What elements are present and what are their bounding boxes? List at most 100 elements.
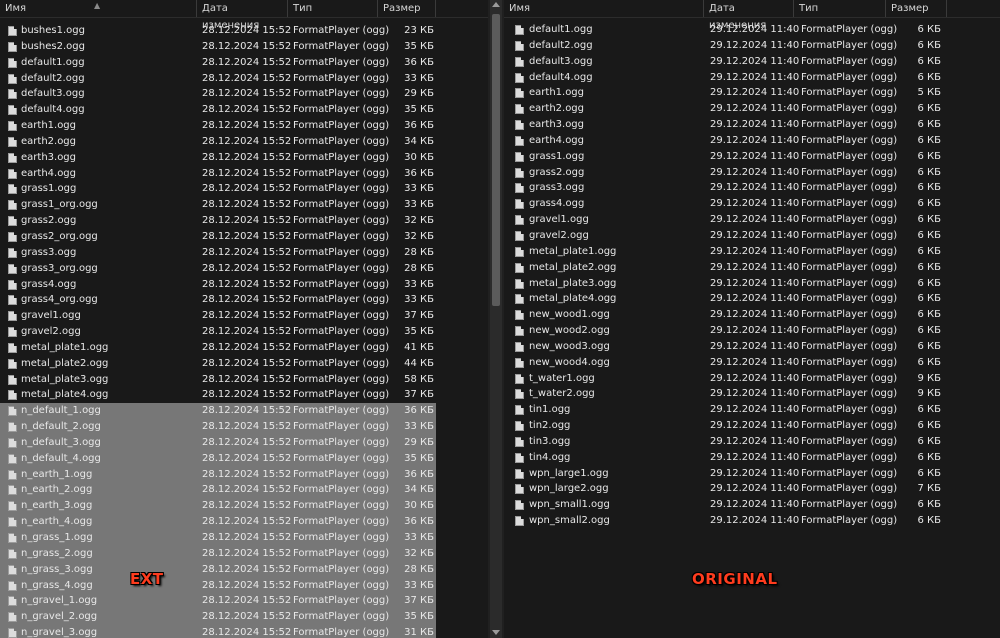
file-row[interactable]: n_gravel_1.ogg 28.12.2024 15:52 FormatPlay… [0,593,436,610]
file-name: metal_plate3.ogg [21,373,109,385]
file-row[interactable]: new_wood3.ogg 29.12.2024 11:40 FormatPlaye… [504,339,947,355]
file-name: gravel2.ogg [529,229,589,241]
file-row[interactable]: metal_plate1.ogg 29.12.2024 11:40 FormatPl… [504,244,947,260]
file-name: gravel2.ogg [21,326,81,338]
file-size: 44 КБ [404,357,434,369]
file-row[interactable]: tin4.ogg 29.12.2024 11:40 FormatPlayer (og… [504,450,947,466]
column-date-header[interactable]: Дата изменения [704,0,794,31]
file-row[interactable]: earth4.ogg 28.12.2024 15:52 FormatPlayer (… [0,166,436,182]
file-date: 29.12.2024 11:40 [710,372,800,384]
file-row[interactable]: t_water1.ogg 29.12.2024 11:40 FormatPlayer… [504,371,947,387]
file-row[interactable]: grass2_org.ogg 28.12.2024 15:52 FormatPlay… [0,229,436,245]
file-row[interactable]: earth1.ogg 28.12.2024 15:52 FormatPlayer (… [0,118,436,134]
file-date: 28.12.2024 15:52 [202,341,292,353]
file-row[interactable]: bushes1.ogg 28.12.2024 15:52 FormatPlayer … [0,23,436,39]
file-name: default1.ogg [21,56,85,68]
file-row[interactable]: tin2.ogg 29.12.2024 11:40 FormatPlayer (og… [504,418,947,434]
file-row[interactable]: tin1.ogg 29.12.2024 11:40 FormatPlayer (og… [504,402,947,418]
file-row[interactable]: earth4.ogg 29.12.2024 11:40 FormatPlayer (… [504,133,947,149]
file-size: 33 КБ [404,72,434,84]
column-name-header[interactable]: Имя [504,0,704,17]
file-row[interactable]: metal_plate4.ogg 28.12.2024 15:52 FormatPl… [0,387,436,403]
file-row[interactable]: wpn_large2.ogg 29.12.2024 11:40 FormatPlay… [504,481,947,497]
file-size: 36 КБ [404,516,434,528]
file-row[interactable]: earth3.ogg 29.12.2024 11:40 FormatPlayer (… [504,117,947,133]
file-row[interactable]: n_gravel_2.ogg 28.12.2024 15:52 FormatPlay… [0,609,436,626]
file-row[interactable]: default4.ogg 29.12.2024 11:40 FormatPlayer… [504,70,947,86]
file-row[interactable]: grass4.ogg 29.12.2024 11:40 FormatPlayer (… [504,196,947,212]
file-row[interactable]: wpn_large1.ogg 29.12.2024 11:40 FormatPlay… [504,466,947,482]
file-row[interactable]: earth2.ogg 29.12.2024 11:40 FormatPlayer (… [504,101,947,117]
file-row[interactable]: gravel2.ogg 29.12.2024 11:40 FormatPlayer … [504,228,947,244]
file-date: 28.12.2024 15:52 [202,627,292,638]
file-row[interactable]: gravel1.ogg 28.12.2024 15:52 FormatPlayer … [0,308,436,324]
file-row[interactable]: n_grass_2.ogg 28.12.2024 15:52 FormatPlaye… [0,545,436,562]
file-row[interactable]: grass1.ogg 29.12.2024 11:40 FormatPlayer (… [504,149,947,165]
file-row[interactable]: grass3.ogg 28.12.2024 15:52 FormatPlayer (… [0,245,436,261]
file-row[interactable]: metal_plate1.ogg 28.12.2024 15:52 FormatPl… [0,340,436,356]
file-row[interactable]: grass1_org.ogg 28.12.2024 15:52 FormatPlay… [0,197,436,213]
file-row[interactable]: earth1.ogg 29.12.2024 11:40 FormatPlayer (… [504,85,947,101]
file-row[interactable]: n_earth_4.ogg 28.12.2024 15:52 FormatPlaye… [0,514,436,530]
file-row[interactable]: grass2.ogg 28.12.2024 15:52 FormatPlayer (… [0,213,436,229]
file-row[interactable]: wpn_small2.ogg 29.12.2024 11:40 FormatPlay… [504,513,947,529]
file-row[interactable]: metal_plate2.ogg 29.12.2024 11:40 FormatPl… [504,260,947,276]
file-type: FormatPlayer (ogg) [293,611,390,623]
file-type: FormatPlayer (ogg) [293,579,390,591]
file-row[interactable]: grass3.ogg 29.12.2024 11:40 FormatPlayer (… [504,180,947,196]
file-row[interactable]: earth3.ogg 28.12.2024 15:52 FormatPlayer (… [0,150,436,166]
file-row[interactable]: grass4_org.ogg 28.12.2024 15:52 FormatPlay… [0,292,436,308]
file-row[interactable]: metal_plate3.ogg 29.12.2024 11:40 FormatPl… [504,276,947,292]
file-row[interactable]: n_earth_1.ogg 28.12.2024 15:52 FormatPlaye… [0,466,436,483]
file-row[interactable]: metal_plate3.ogg 28.12.2024 15:52 FormatPl… [0,372,436,388]
file-row[interactable]: n_default_3.ogg 28.12.2024 15:52 FormatPla… [0,434,436,451]
column-date-header[interactable]: Дата изменения [197,0,288,31]
file-row[interactable]: bushes2.ogg 28.12.2024 15:52 FormatPlayer … [0,39,436,55]
audio-file-icon [8,216,17,227]
audio-file-icon [515,389,524,400]
column-size-header[interactable]: Размер [886,0,947,17]
scrollbar-thumb[interactable] [492,14,500,306]
file-row[interactable]: n_grass_1.ogg 28.12.2024 15:52 FormatPlaye… [0,530,436,546]
file-row[interactable]: metal_plate4.ogg 29.12.2024 11:40 FormatPl… [504,291,947,307]
file-row[interactable]: gravel1.ogg 29.12.2024 11:40 FormatPlayer … [504,212,947,228]
column-size-header[interactable]: Размер [378,0,436,17]
file-row[interactable]: default2.ogg 28.12.2024 15:52 FormatPlayer… [0,71,436,87]
file-row[interactable]: gravel2.ogg 28.12.2024 15:52 FormatPlayer … [0,324,436,340]
column-type-header[interactable]: Тип [288,0,378,17]
file-row[interactable]: default1.ogg 29.12.2024 11:40 FormatPlayer… [504,22,947,38]
file-row[interactable]: tin3.ogg 29.12.2024 11:40 FormatPlayer (og… [504,434,947,450]
file-row[interactable]: grass1.ogg 28.12.2024 15:52 FormatPlayer (… [0,181,436,197]
file-row[interactable]: metal_plate2.ogg 28.12.2024 15:52 FormatPl… [0,356,436,372]
column-type-header[interactable]: Тип [794,0,886,17]
file-row[interactable]: grass4.ogg 28.12.2024 15:52 FormatPlayer (… [0,277,436,293]
file-row[interactable]: new_wood2.ogg 29.12.2024 11:40 FormatPlaye… [504,323,947,339]
file-row[interactable]: n_earth_3.ogg 28.12.2024 15:52 FormatPlaye… [0,498,436,515]
file-row[interactable]: n_grass_3.ogg 28.12.2024 15:52 FormatPlaye… [0,561,436,578]
file-name: grass2.ogg [529,166,585,178]
left-scrollbar[interactable] [490,0,502,638]
file-row[interactable]: earth2.ogg 28.12.2024 15:52 FormatPlayer (… [0,134,436,150]
file-row[interactable]: n_default_2.ogg 28.12.2024 15:52 FormatPla… [0,419,436,435]
file-row[interactable]: n_gravel_3.ogg 28.12.2024 15:52 FormatPlay… [0,625,436,638]
scroll-down-icon[interactable] [492,630,500,635]
file-row[interactable]: n_grass_4.ogg 28.12.2024 15:52 FormatPlaye… [0,577,436,594]
file-row[interactable]: new_wood1.ogg 29.12.2024 11:40 FormatPlaye… [504,307,947,323]
file-date: 29.12.2024 11:40 [710,87,800,99]
file-row[interactable]: n_default_1.ogg 28.12.2024 15:52 FormatPla… [0,403,436,420]
file-row[interactable]: default2.ogg 29.12.2024 11:40 FormatPlayer… [504,38,947,54]
file-row[interactable]: n_default_4.ogg 28.12.2024 15:52 FormatPla… [0,450,436,467]
file-row[interactable]: new_wood4.ogg 29.12.2024 11:40 FormatPlaye… [504,355,947,371]
file-row[interactable]: wpn_small1.ogg 29.12.2024 11:40 FormatPlay… [504,497,947,513]
file-row[interactable]: n_earth_2.ogg 28.12.2024 15:52 FormatPlaye… [0,482,436,499]
file-name: n_default_3.ogg [21,436,101,448]
file-type: FormatPlayer (ogg) [801,71,898,83]
file-row[interactable]: default1.ogg 28.12.2024 15:52 FormatPlayer… [0,55,436,71]
file-row[interactable]: default3.ogg 29.12.2024 11:40 FormatPlayer… [504,54,947,70]
file-row[interactable]: t_water2.ogg 29.12.2024 11:40 FormatPlayer… [504,386,947,402]
file-row[interactable]: grass2.ogg 29.12.2024 11:40 FormatPlayer (… [504,165,947,181]
file-row[interactable]: default4.ogg 28.12.2024 15:52 FormatPlayer… [0,102,436,118]
file-row[interactable]: grass3_org.ogg 28.12.2024 15:52 FormatPlay… [0,261,436,277]
file-row[interactable]: default3.ogg 28.12.2024 15:52 FormatPlayer… [0,86,436,102]
scroll-up-icon[interactable] [492,2,500,7]
